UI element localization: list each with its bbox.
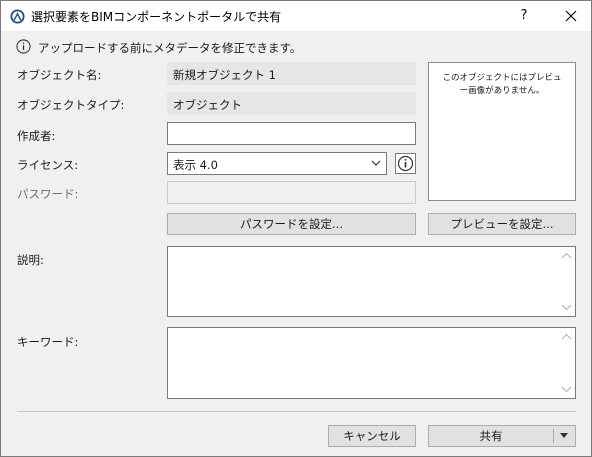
- caret-down-icon[interactable]: [560, 433, 568, 438]
- title-bar[interactable]: 選択要素をBIMコンポーネントポータルで共有 ?: [1, 1, 591, 31]
- password-field: [167, 181, 416, 204]
- share-dialog: 選択要素をBIMコンポーネントポータルで共有 ? アップロードする前にメタデータ…: [0, 0, 592, 457]
- description-textarea[interactable]: [167, 246, 576, 317]
- archicad-app-icon: [10, 9, 25, 24]
- set-preview-button[interactable]: プレビューを設定...: [428, 213, 576, 235]
- preview-empty-text: このオブジェクトにはプレビュー画像がありません。: [442, 73, 562, 96]
- description-scrollbar[interactable]: [558, 247, 575, 316]
- close-icon[interactable]: [553, 1, 589, 31]
- share-button[interactable]: 共有: [429, 426, 553, 446]
- object-type-label: オブジェクトタイプ:: [17, 98, 125, 112]
- author-label: 作成者:: [17, 129, 56, 143]
- info-icon: [397, 155, 414, 172]
- keywords-textarea[interactable]: [167, 327, 576, 399]
- set-password-button[interactable]: パスワードを設定...: [167, 213, 416, 235]
- password-label: パスワード:: [17, 187, 79, 201]
- license-select[interactable]: 表示 4.0: [167, 152, 387, 175]
- footer-separator: [17, 411, 576, 412]
- info-icon: [16, 39, 31, 54]
- chevron-down-icon: [371, 160, 381, 166]
- scroll-down-icon[interactable]: [561, 304, 572, 311]
- license-info-button[interactable]: [395, 153, 416, 174]
- info-message: アップロードする前にメタデータを修正できます。: [38, 41, 302, 55]
- preview-area: このオブジェクトにはプレビュー画像がありません。: [428, 62, 576, 201]
- object-name-label: オブジェクト名:: [17, 68, 102, 82]
- object-name-field: 新規オブジェクト 1: [167, 62, 416, 85]
- cancel-button[interactable]: キャンセル: [328, 425, 416, 447]
- split-divider: [553, 429, 554, 443]
- keywords-scrollbar[interactable]: [558, 328, 575, 398]
- help-button[interactable]: ?: [509, 1, 539, 31]
- share-split-button[interactable]: 共有: [428, 425, 576, 447]
- scroll-up-icon[interactable]: [561, 252, 572, 259]
- keywords-label: キーワード:: [17, 335, 79, 349]
- license-label: ライセンス:: [17, 158, 79, 172]
- license-selected-value: 表示 4.0: [173, 158, 218, 172]
- object-type-field: オブジェクト: [167, 92, 416, 115]
- author-input[interactable]: [167, 122, 416, 145]
- scroll-down-icon[interactable]: [561, 386, 572, 393]
- window-title: 選択要素をBIMコンポーネントポータルで共有: [31, 10, 282, 24]
- description-label: 説明:: [17, 253, 44, 267]
- scroll-up-icon[interactable]: [561, 333, 572, 340]
